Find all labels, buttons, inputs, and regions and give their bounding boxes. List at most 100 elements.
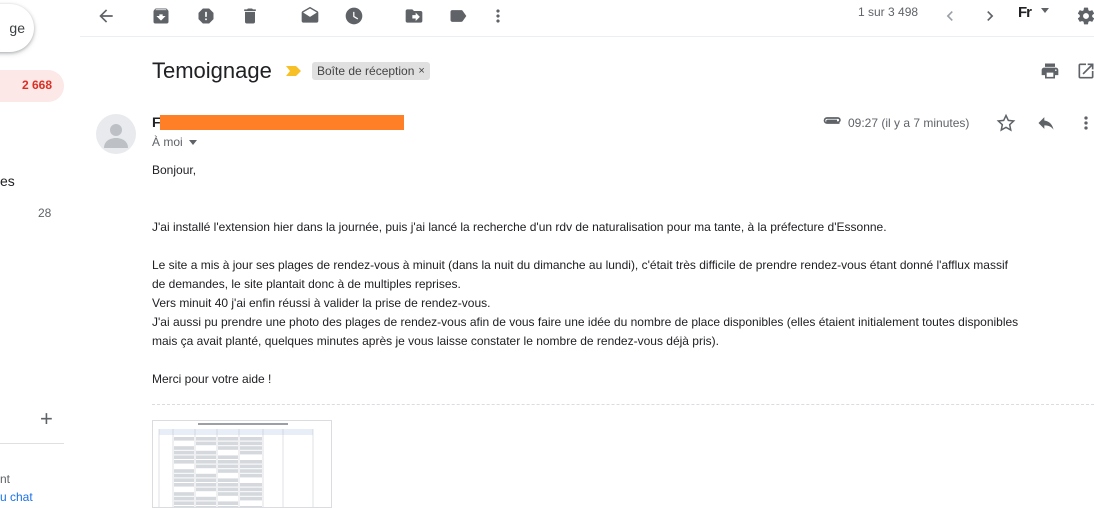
open-new-window-icon[interactable] — [1076, 61, 1094, 81]
chevron-down-icon[interactable] — [1041, 8, 1049, 13]
thumb-cell — [240, 496, 262, 501]
more-vert-icon[interactable] — [1080, 113, 1092, 133]
body-closing: Merci pour votre aide ! — [152, 372, 272, 386]
thumb-cell — [218, 437, 238, 441]
thumb-cell — [174, 473, 194, 478]
thumb-cell — [196, 441, 216, 446]
body-paragraph: J'ai installé l'extension hier dans la j… — [152, 220, 887, 234]
thumb-cell — [196, 437, 216, 441]
label-chip-text: Boîte de réception — [317, 64, 415, 78]
thumb-cell — [196, 460, 216, 464]
sender-avatar[interactable] — [96, 114, 136, 154]
attachment-icon — [823, 117, 841, 124]
thumb-cell — [196, 501, 216, 505]
snooze-icon[interactable] — [340, 2, 368, 30]
thumb-cell — [240, 441, 262, 446]
left-sidebar: ge 2 668 es 28 + nt u chat — [0, 0, 80, 508]
thumb-cell — [174, 496, 194, 501]
thumb-cell — [196, 496, 216, 501]
thumb-cell — [196, 473, 216, 478]
recipient-text: À moi — [152, 135, 183, 149]
back-arrow-icon[interactable] — [92, 2, 120, 30]
redaction-bar — [160, 115, 404, 130]
more-vert-icon[interactable] — [484, 2, 512, 30]
thumb-cell — [174, 469, 194, 473]
thumb-cell — [174, 464, 194, 469]
body-line: de demandes, le site plantait donc à de … — [152, 277, 461, 291]
recipient-line[interactable]: À moi — [152, 135, 197, 149]
thumb-cell — [240, 460, 262, 464]
body-line: J'ai aussi pu prendre une photo des plag… — [152, 315, 1019, 329]
chevron-down-icon[interactable] — [188, 139, 197, 145]
thumb-cell — [240, 473, 262, 478]
thumb-cell — [218, 478, 238, 482]
thumb-cell — [174, 437, 194, 441]
compose-label: ge — [9, 20, 25, 36]
sidebar-footer-text: nt — [0, 472, 11, 486]
thumb-cell — [218, 487, 238, 492]
compose-button[interactable]: ge — [0, 4, 34, 52]
thumb-cell — [196, 478, 216, 482]
thumb-cell — [196, 483, 216, 487]
pagination-text: 1 sur 3 498 — [858, 5, 919, 19]
thumb-cell — [218, 450, 238, 455]
move-to-icon[interactable] — [400, 2, 428, 30]
thumb-cell — [174, 487, 194, 492]
thumb-cell — [240, 478, 262, 482]
message-timestamp: 09:27 (il y a 7 minutes) — [848, 116, 970, 130]
star-icon[interactable] — [996, 113, 1016, 133]
input-tools-language[interactable]: Fr — [1018, 4, 1032, 21]
thumb-cell — [240, 455, 262, 459]
thumb-cell — [174, 483, 194, 487]
print-icon[interactable] — [1040, 61, 1060, 81]
thumb-cell — [218, 441, 238, 446]
thumb-cell — [174, 501, 194, 505]
thumb-cell — [196, 450, 216, 455]
add-label-button[interactable]: + — [40, 408, 53, 430]
thumb-cell — [240, 483, 262, 487]
sidebar-item-inbox[interactable]: 2 668 — [0, 70, 64, 102]
remove-label-icon[interactable]: × — [418, 62, 424, 80]
thumb-cell — [240, 469, 262, 473]
body-greeting: Bonjour, — [152, 163, 197, 177]
attachment-thumbnail[interactable] — [152, 420, 332, 508]
thumb-cell — [196, 469, 216, 473]
thumb-cell — [240, 437, 262, 441]
label-icon[interactable] — [444, 2, 472, 30]
thumb-cell — [218, 473, 238, 478]
thumb-cell — [240, 446, 262, 450]
thumb-cell — [196, 446, 216, 450]
mark-unread-icon[interactable] — [296, 2, 324, 30]
thumb-cell — [240, 450, 262, 455]
sidebar-item-partial-label[interactable]: es — [0, 173, 15, 189]
attachments-divider — [152, 404, 1094, 405]
thumb-cell — [240, 492, 262, 496]
thumb-cell — [240, 464, 262, 469]
chat-link[interactable]: u chat — [0, 490, 33, 504]
inbox-unread-count: 2 668 — [21, 78, 52, 92]
thumb-cell — [218, 464, 238, 469]
archive-icon[interactable] — [147, 2, 175, 30]
thumb-cell — [174, 492, 194, 496]
body-line: Vers minuit 40 j'ai enfin réussi à valid… — [152, 296, 491, 310]
thumb-cell — [196, 492, 216, 496]
delete-icon[interactable] — [236, 2, 264, 30]
thumb-cell — [174, 450, 194, 455]
thumb-cell — [240, 487, 262, 492]
important-marker-icon[interactable] — [286, 65, 302, 77]
body-line: Le site a mis à jour ses plages de rende… — [152, 258, 1008, 272]
thumb-cell — [174, 455, 194, 459]
thumb-cell — [174, 460, 194, 464]
report-spam-icon[interactable] — [192, 2, 220, 30]
inbox-label-chip[interactable]: Boîte de réception × — [312, 62, 430, 80]
chevron-right-icon[interactable] — [976, 2, 1004, 30]
chevron-left-icon[interactable] — [936, 2, 964, 30]
settings-icon[interactable] — [1072, 2, 1094, 30]
sidebar-item-count: 28 — [38, 206, 52, 220]
reply-icon[interactable] — [1036, 113, 1056, 133]
thumb-cell — [240, 501, 262, 505]
message-toolbar: 1 sur 3 498 Fr — [80, 0, 1094, 37]
thumb-cell — [218, 483, 238, 487]
email-subject: Temoignage — [152, 58, 272, 83]
thumb-header-row — [159, 429, 313, 435]
